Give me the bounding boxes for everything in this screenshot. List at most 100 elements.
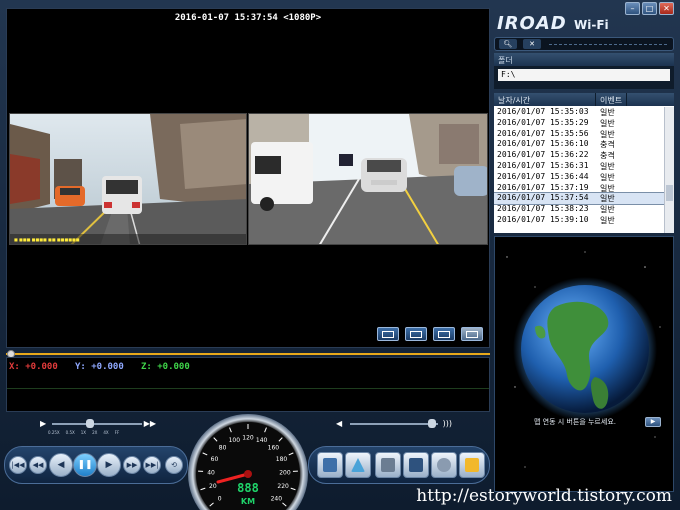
slow-play-icon[interactable]: ▶ (40, 419, 46, 428)
volume-slider-track[interactable] (350, 423, 438, 425)
go-to-start-button[interactable]: |◀◀ (9, 456, 27, 474)
layout-toggle-button[interactable] (461, 327, 483, 341)
event-list-row[interactable]: 2016/01/07 15:39:10 일반 (494, 215, 664, 226)
save-button[interactable] (403, 452, 429, 478)
reverse-icon: ◀ (57, 460, 65, 470)
event-datetime: 2016/01/07 15:38:23 (497, 204, 589, 214)
watermark-text: http://estoryworld.tistory.com (416, 486, 672, 506)
event-list-body: 2016/01/07 15:35:03 일반 2016/01/07 15:35:29… (494, 107, 664, 233)
event-datetime: 2016/01/07 15:35:03 (497, 107, 589, 116)
speed-tick: 2X (92, 430, 98, 435)
event-list-row[interactable]: 2016/01/07 15:36:22 충격 (494, 150, 664, 161)
speedometer-tick-label: 240 (271, 495, 283, 502)
event-list-row[interactable]: 2016/01/07 15:35:03 일반 (494, 107, 664, 118)
event-type: 일반 (600, 183, 615, 193)
window-controls: – □ ✕ (625, 2, 674, 15)
previous-icon: ◀◀ (32, 461, 44, 469)
speedometer-tick-label: 40 (207, 469, 215, 476)
speedometer-tick-label: 80 (219, 445, 227, 452)
upload-icon (351, 458, 365, 472)
skip-end-icon: ▶▶| (145, 461, 159, 469)
maximize-button[interactable]: □ (642, 2, 657, 15)
next-file-button[interactable]: ▶▶ (123, 456, 141, 474)
save-icon (409, 458, 423, 472)
layout-single-button[interactable] (377, 327, 399, 341)
rear-camera-view[interactable] (248, 113, 488, 245)
settings-button[interactable] (431, 452, 457, 478)
pause-button[interactable]: ❚❚ (73, 453, 97, 477)
event-datetime: 2016/01/07 15:37:54 (497, 193, 589, 203)
speaker-icon[interactable]: ◀ (336, 419, 342, 428)
speedometer: 0 20 40 60 80 100 120 140 160 180 200 220 240 888 KM (186, 412, 310, 510)
column-header-event[interactable]: 이벤트 (596, 93, 628, 106)
event-list-row[interactable]: 2016/01/07 15:35:56 일반 (494, 129, 664, 140)
event-type: 충격 (600, 140, 615, 150)
split-view-icon (410, 331, 422, 338)
camera-button[interactable] (375, 452, 401, 478)
search-button[interactable]: 🔍︎ (499, 39, 517, 49)
play-button[interactable]: ▶ (97, 453, 121, 477)
map-link-button[interactable]: ▶ (645, 417, 661, 427)
column-header-datetime[interactable]: 날자/시간 (494, 93, 596, 106)
event-list-scrollbar[interactable] (664, 107, 674, 233)
event-type: 일반 (600, 118, 615, 128)
previous-file-button[interactable]: ◀◀ (29, 456, 47, 474)
event-type: 일반 (600, 194, 615, 204)
g-sensor-x-value: X: +0.000 (9, 362, 58, 372)
event-list-row[interactable]: 2016/01/07 15:37:54 일반 (494, 192, 664, 206)
close-button[interactable]: ✕ (659, 2, 674, 15)
speedometer-tick-label: 120 (242, 435, 254, 442)
speedometer-tick-label: 200 (279, 469, 291, 476)
folder-path-field[interactable]: F:\ (498, 69, 670, 81)
speedometer-tick-label: 0 (218, 495, 222, 502)
minimize-button[interactable]: – (625, 2, 640, 15)
play-reverse-button[interactable]: ◀ (49, 453, 73, 477)
pause-icon: ❚❚ (77, 460, 93, 470)
app-logo: IROAD Wi-Fi (497, 13, 609, 34)
play-icon: ▶ (650, 418, 656, 425)
upload-button[interactable] (345, 452, 371, 478)
go-to-end-button[interactable]: ▶▶| (143, 456, 161, 474)
film-button[interactable] (317, 452, 343, 478)
minimize-icon: – (630, 4, 635, 13)
event-type: 충격 (600, 151, 615, 161)
gear-icon (437, 458, 451, 472)
fast-forward-icon[interactable]: ▶▶ (144, 419, 156, 428)
open-folder-button[interactable] (459, 452, 485, 478)
video-player[interactable]: 2016-01-07 15:37:54 <1080P> ■ ■■■ ■■■■ ■… (6, 8, 490, 348)
event-list-row[interactable]: 2016/01/07 15:36:44 일반 (494, 172, 664, 183)
speed-slider-handle[interactable] (86, 419, 94, 428)
event-list-row[interactable]: 2016/01/07 15:38:23 일반 (494, 204, 664, 215)
event-type: 일반 (600, 108, 615, 117)
tools-icon: ✕ (529, 40, 535, 48)
event-list-row[interactable]: 2016/01/07 15:37:19 일반 (494, 183, 664, 194)
speed-tick: 4X (103, 430, 109, 435)
g-sensor-z-value: Z: +0.000 (141, 362, 190, 372)
toolbar-divider (549, 44, 667, 45)
folder-icon (465, 458, 479, 472)
speed-tick: 1X (80, 430, 87, 435)
speedometer-tick-label: 140 (256, 437, 268, 444)
layout-split-button[interactable] (405, 327, 427, 341)
speedometer-tick-label: 20 (209, 483, 217, 490)
speedometer-tick-label: 180 (276, 456, 288, 463)
volume-slider-handle[interactable] (428, 419, 436, 428)
layout-pip-button[interactable] (433, 327, 455, 341)
speed-tick: 0.25X (48, 430, 60, 435)
front-camera-view[interactable]: ■ ■■■ ■■■■ ■■ ■■■■■■ (9, 113, 247, 245)
event-list: 날자/시간 이벤트 2016/01/07 15:35:03 일반 2016/01/0… (494, 93, 674, 233)
tools-button[interactable]: ✕ (523, 39, 541, 49)
scrollbar-thumb[interactable] (666, 185, 673, 201)
speedometer-tick-label: 100 (229, 437, 241, 444)
seek-track[interactable] (6, 353, 490, 355)
speedometer-unit: KM (241, 497, 255, 506)
maximize-icon: □ (645, 4, 654, 13)
logo-suffix: Wi-Fi (574, 18, 609, 32)
event-list-row[interactable]: 2016/01/07 15:35:29 일반 (494, 118, 664, 129)
speedometer-tick-label: 160 (268, 445, 280, 452)
speed-slider-track[interactable] (52, 423, 142, 425)
event-list-row[interactable]: 2016/01/07 15:36:31 일반 (494, 161, 664, 172)
repeat-button[interactable]: ⟲ (165, 456, 183, 474)
event-list-row[interactable]: 2016/01/07 15:36:10 충격 (494, 139, 664, 150)
pip-view-icon (438, 331, 450, 338)
